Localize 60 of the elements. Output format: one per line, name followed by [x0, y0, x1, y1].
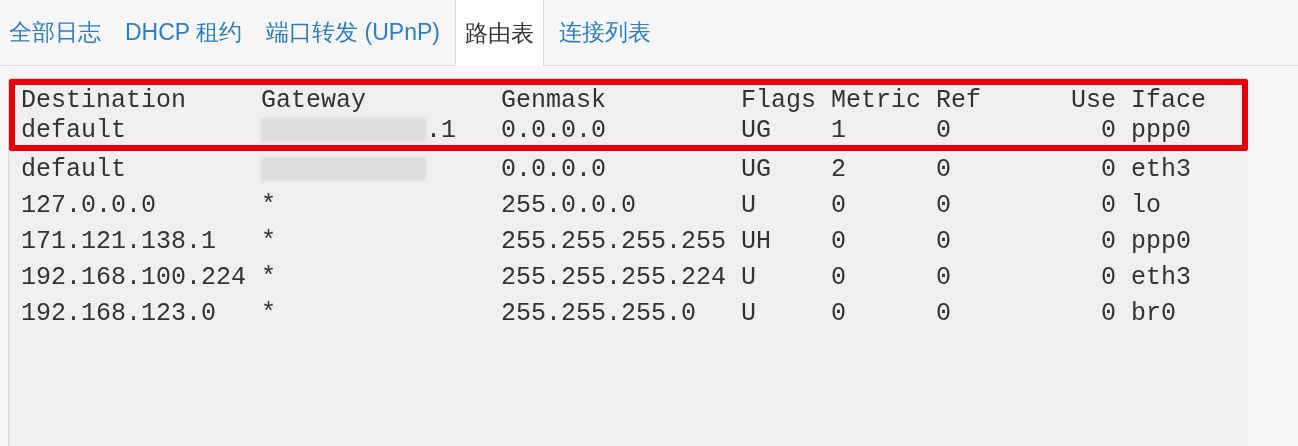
table-cell: 255.255.255.0	[501, 300, 697, 326]
tab[interactable]: 连接列表	[549, 0, 660, 65]
table-cell: U	[741, 264, 757, 290]
table-cell: 1	[831, 117, 847, 143]
column-header: Use	[1071, 87, 1117, 113]
table-cell: UG	[741, 117, 772, 143]
table-cell: *	[261, 264, 277, 290]
table-cell: UH	[741, 228, 772, 254]
table-cell: eth3	[1131, 264, 1192, 290]
column-header: Destination	[21, 87, 187, 113]
table-cell: 255.0.0.0	[501, 192, 637, 218]
table-cell: ppp0	[1131, 117, 1192, 143]
table-cell: 0	[936, 156, 952, 182]
tab[interactable]: 路由表	[454, 0, 544, 66]
column-header: Ref	[936, 87, 982, 113]
table-cell: *	[261, 300, 277, 326]
table-cell: *	[261, 192, 277, 218]
table-cell: 255.255.255.255	[501, 228, 727, 254]
table-cell: 0	[1101, 117, 1117, 143]
table-cell: eth3	[1131, 156, 1192, 182]
table-cell: 0	[1101, 264, 1117, 290]
table-cell: 127.0.0.0	[21, 192, 157, 218]
table-cell: 192.168.100.224	[21, 264, 247, 290]
table-cell: 0	[936, 117, 952, 143]
table-cell: 0	[1101, 156, 1117, 182]
table-cell: 0	[831, 264, 847, 290]
table-cell: default	[21, 117, 127, 143]
table-cell: 0	[1101, 300, 1117, 326]
table-cell: 171.121.138.1	[21, 228, 217, 254]
table-cell: .1	[426, 117, 457, 143]
table-cell: UG	[741, 156, 772, 182]
column-header: Iface	[1131, 87, 1207, 113]
table-cell: 255.255.255.224	[501, 264, 727, 290]
table-cell: 0	[831, 192, 847, 218]
table-cell: 0	[936, 300, 952, 326]
table-cell: 0	[831, 228, 847, 254]
table-cell: 0	[936, 192, 952, 218]
column-header: Metric	[831, 87, 922, 113]
table-cell: ppp0	[1131, 228, 1192, 254]
table-cell: 0	[936, 228, 952, 254]
table-cell: *	[261, 228, 277, 254]
table-cell: lo	[1131, 192, 1162, 218]
table-cell: 0	[831, 300, 847, 326]
table-cell: 0.0.0.0	[501, 156, 607, 182]
table-cell: default	[21, 156, 127, 182]
table-cell: br0	[1131, 300, 1177, 326]
column-header: Gateway	[261, 87, 367, 113]
table-cell: 0	[936, 264, 952, 290]
tab[interactable]: 端口转发 (UPnP)	[257, 0, 449, 65]
table-cell: U	[741, 192, 757, 218]
table-cell: 0	[1101, 192, 1117, 218]
table-cell: 0	[1101, 228, 1117, 254]
column-header: Flags	[741, 87, 817, 113]
table-cell: 2	[831, 156, 847, 182]
tab[interactable]: DHCP 租约	[116, 0, 252, 65]
table-cell: U	[741, 300, 757, 326]
table-cell: 0.0.0.0	[501, 117, 607, 143]
tab[interactable]: 全部日志	[0, 0, 110, 65]
column-header: Genmask	[501, 87, 607, 113]
table-cell: 192.168.123.0	[21, 300, 217, 326]
